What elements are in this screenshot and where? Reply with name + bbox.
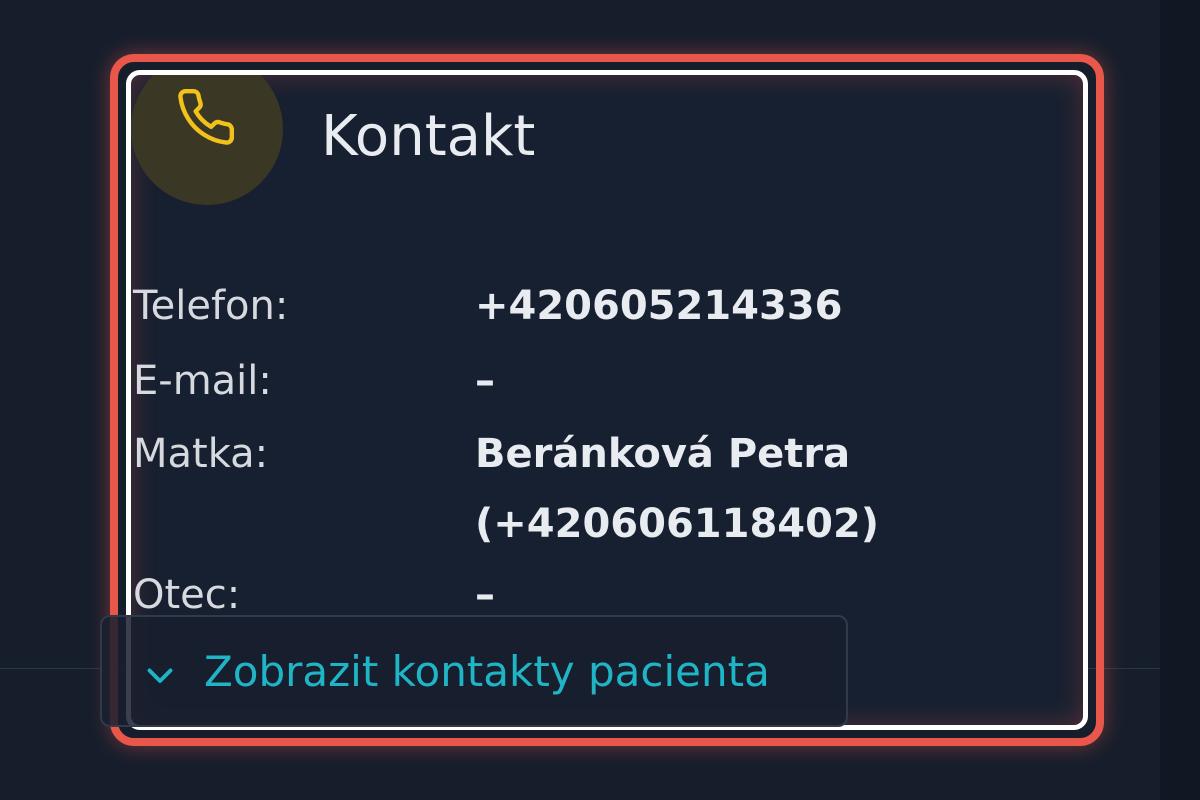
card-title: Kontakt (321, 104, 536, 169)
chevron-down-icon (147, 668, 173, 683)
email-label: E-mail: (133, 358, 272, 404)
phone-value: +420605214336 (475, 283, 843, 329)
mother-label: Matka: (133, 431, 269, 477)
phone-label: Telefon: (133, 283, 289, 329)
icon-badge (131, 75, 283, 205)
email-value: – (475, 358, 495, 404)
show-patient-contacts-button[interactable]: Zobrazit kontakty pacienta (100, 615, 848, 727)
mother-phone: (+420606118402) (475, 501, 880, 547)
scrollbar-track (1160, 0, 1200, 800)
phone-icon (178, 88, 235, 145)
show-patient-contacts-label: Zobrazit kontakty pacienta (204, 647, 770, 696)
mother-name: Beránková Petra (475, 431, 851, 477)
